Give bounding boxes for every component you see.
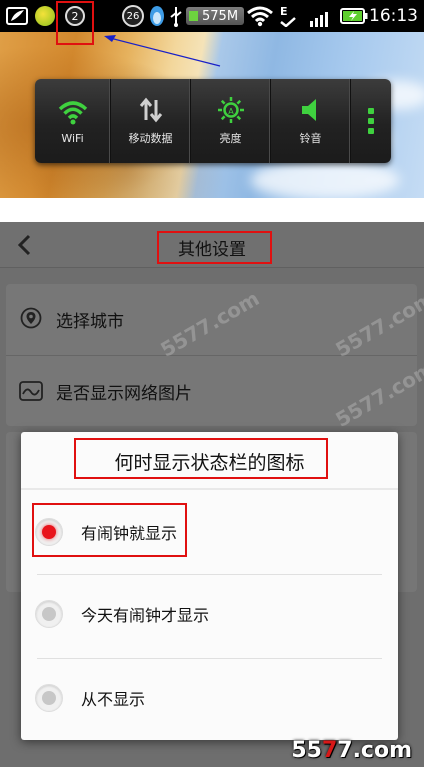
app-header: 其他设置 (0, 222, 424, 268)
highlight-dialog-title (74, 438, 328, 479)
toggle-mobile-data[interactable]: 移动数据 (111, 79, 191, 163)
toggle-wifi[interactable]: WiFi (35, 79, 111, 163)
brightness-icon: A (217, 96, 245, 124)
ringtone-icon (299, 96, 323, 124)
option-label: 从不显示 (81, 690, 146, 709)
highlight-selected-option (32, 503, 187, 557)
image-divider (0, 198, 424, 222)
location-pin-icon (19, 307, 43, 331)
wifi-icon (58, 98, 88, 126)
status-icon-dialog: 何时显示状态栏的图标 有闹钟就显示 今天有闹钟才显示 从不显示 (21, 432, 398, 740)
svg-text:A: A (228, 107, 234, 116)
toggle-brightness[interactable]: A 亮度 (191, 79, 271, 163)
radio-dot (42, 691, 56, 705)
toggle-label: 铃音 (299, 132, 322, 145)
option-label: 今天有闹钟才显示 (81, 606, 210, 625)
toggle-label: 移动数据 (128, 132, 173, 145)
toggle-ringtone[interactable]: 铃音 (271, 79, 351, 163)
option-never-show[interactable]: 从不显示 (21, 656, 398, 740)
radio-button[interactable] (35, 684, 63, 712)
notification-shade-screenshot: 2 26 575M E 16:13 WiFi 移动数据 A 亮度 铃音 (0, 0, 424, 198)
image-icon (19, 379, 43, 403)
setting-label: 选择城市 (56, 311, 124, 332)
site-logo: 5577.com (291, 738, 412, 763)
more-dots-icon (368, 108, 374, 134)
settings-screenshot: 其他设置 选择城市 是否显示网络图片 5577.com 5577.com 557… (0, 222, 424, 767)
highlight-page-title (157, 231, 272, 264)
radio-button[interactable] (35, 600, 63, 628)
toggle-label: 亮度 (219, 132, 242, 145)
radio-dot (42, 607, 56, 621)
option-show-today-alarm[interactable]: 今天有闹钟才显示 (21, 572, 398, 656)
option-show-when-alarm[interactable]: 有闹钟就显示 (21, 490, 398, 574)
setting-label: 是否显示网络图片 (56, 383, 192, 404)
toggle-more-button[interactable] (351, 79, 391, 163)
quick-toggle-panel: WiFi 移动数据 A 亮度 铃音 (35, 79, 391, 163)
mobile-data-icon (138, 96, 164, 124)
toggle-label: WiFi (61, 131, 84, 145)
